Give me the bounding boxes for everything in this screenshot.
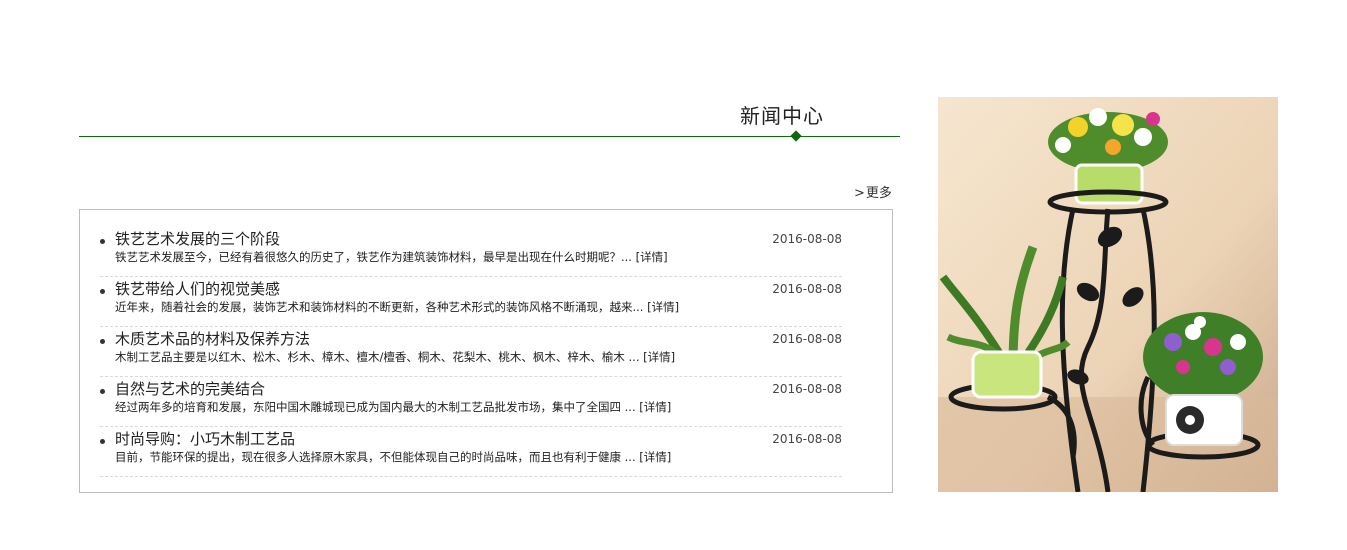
more-label: 更多 (865, 186, 892, 201)
bullet-icon (100, 439, 105, 444)
bullet-icon (100, 389, 105, 394)
flower-stand-photo[interactable] (938, 97, 1278, 492)
news-item: 时尚导购：小巧木制工艺品 2016-08-08 目前，节能环保的提出，现在很多人… (100, 426, 842, 477)
news-date: 2016-08-08 (772, 432, 842, 446)
news-title[interactable]: 木质艺术品的材料及保养方法 (115, 328, 310, 349)
news-title[interactable]: 铁艺带给人们的视觉美感 (115, 278, 280, 299)
news-summary: 木制工艺品主要是以红木、松木、杉木、樟木、檀木/檀香、桐木、花梨木、桃木、枫木、… (115, 349, 675, 365)
news-summary: 经过两年多的培育和发展，东阳中国木雕城现已成为国内最大的木制工艺品批发市场，集中… (115, 399, 671, 415)
news-date: 2016-08-08 (772, 382, 842, 396)
more-link[interactable]: >更多 (854, 182, 892, 201)
news-summary-text: 目前，节能环保的提出，现在很多人选择原木家具，不但能体现自己的时尚品味，而且也有… (115, 450, 636, 464)
news-title[interactable]: 铁艺艺术发展的三个阶段 (115, 228, 280, 249)
bullet-icon (100, 289, 105, 294)
detail-link[interactable]: [详情] (636, 250, 668, 264)
detail-link[interactable]: [详情] (639, 400, 671, 414)
news-date: 2016-08-08 (772, 282, 842, 296)
title-divider (79, 136, 900, 137)
news-summary: 近年来，随着社会的发展，装饰艺术和装饰材料的不断更新，各种艺术形式的装饰风格不断… (115, 299, 679, 315)
detail-link[interactable]: [详情] (643, 350, 675, 364)
news-summary-text: 铁艺艺术发展至今，已经有着很悠久的历史了，铁艺作为建筑装饰材料，最早是出现在什么… (115, 250, 632, 264)
news-date: 2016-08-08 (772, 332, 842, 346)
news-item: 木质艺术品的材料及保养方法 2016-08-08 木制工艺品主要是以红木、松木、… (100, 326, 842, 377)
section-title: 新闻中心 (740, 104, 824, 128)
bullet-icon (100, 239, 105, 244)
news-summary-text: 木制工艺品主要是以红木、松木、杉木、樟木、檀木/檀香、桐木、花梨木、桃木、枫木、… (115, 350, 640, 364)
detail-link[interactable]: [详情] (639, 450, 671, 464)
news-summary-text: 近年来，随着社会的发展，装饰艺术和装饰材料的不断更新，各种艺术形式的装饰风格不断… (115, 300, 644, 314)
news-title[interactable]: 自然与艺术的完美结合 (115, 378, 265, 399)
news-date: 2016-08-08 (772, 232, 842, 246)
news-title[interactable]: 时尚导购：小巧木制工艺品 (115, 428, 295, 449)
news-summary-text: 经过两年多的培育和发展，东阳中国木雕城现已成为国内最大的木制工艺品批发市场，集中… (115, 400, 636, 414)
detail-link[interactable]: [详情] (647, 300, 679, 314)
news-item: 自然与艺术的完美结合 2016-08-08 经过两年多的培育和发展，东阳中国木雕… (100, 376, 842, 427)
chevron-right-icon: > (854, 186, 865, 201)
title-diamond-marker (790, 130, 802, 142)
flower-stand-illustration (938, 97, 1278, 492)
news-summary: 铁艺艺术发展至今，已经有着很悠久的历史了，铁艺作为建筑装饰材料，最早是出现在什么… (115, 249, 668, 265)
bullet-icon (100, 339, 105, 344)
news-item: 铁艺艺术发展的三个阶段 2016-08-08 铁艺艺术发展至今，已经有着很悠久的… (100, 226, 842, 277)
news-item: 铁艺带给人们的视觉美感 2016-08-08 近年来，随着社会的发展，装饰艺术和… (100, 276, 842, 327)
news-summary: 目前，节能环保的提出，现在很多人选择原木家具，不但能体现自己的时尚品味，而且也有… (115, 449, 671, 465)
news-list: 铁艺艺术发展的三个阶段 2016-08-08 铁艺艺术发展至今，已经有着很悠久的… (79, 209, 893, 493)
